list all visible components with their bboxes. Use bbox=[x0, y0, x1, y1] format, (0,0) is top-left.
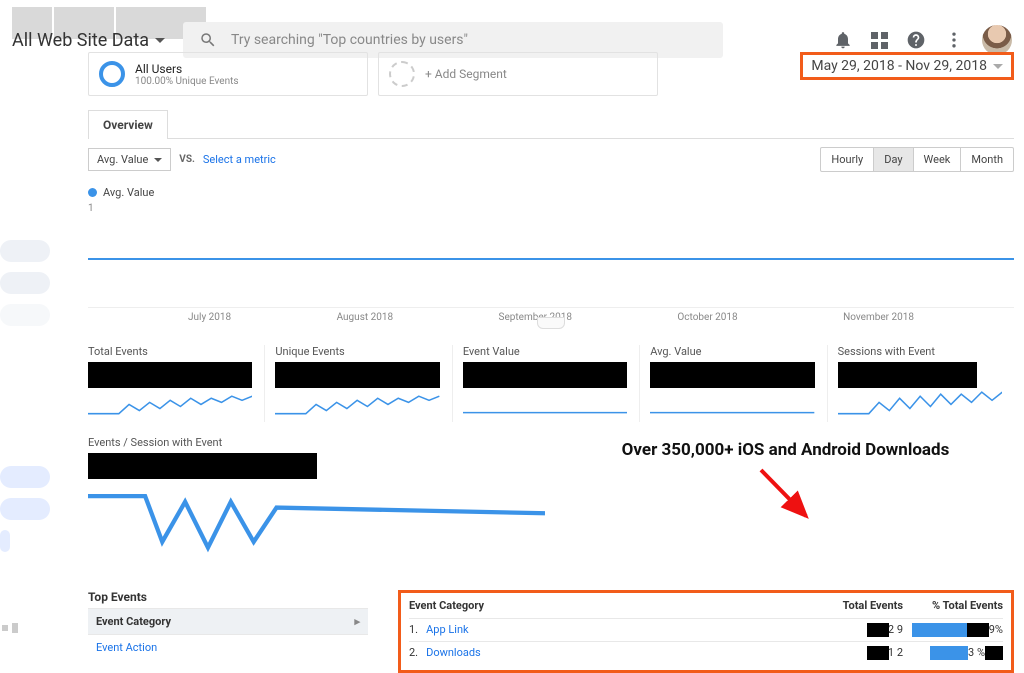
granularity-week[interactable]: Week bbox=[913, 148, 961, 171]
caret-down-icon bbox=[155, 38, 165, 43]
link-app-link[interactable]: App Link bbox=[426, 623, 469, 636]
col-pct-total-events: % Total Events bbox=[903, 599, 1003, 612]
col-event-category: Event Category bbox=[409, 599, 803, 612]
search-icon bbox=[199, 31, 217, 49]
y-tick: 1 bbox=[88, 203, 94, 214]
sparkline bbox=[650, 388, 814, 419]
segment-all-users[interactable]: All Users 100.00% Unique Events bbox=[88, 52, 368, 96]
table-row[interactable]: 1.App Link 2 9 9% bbox=[409, 618, 1003, 641]
sidebar-footer-icon bbox=[2, 623, 18, 633]
view-selector[interactable]: All Web Site Data bbox=[4, 26, 173, 55]
annotation-callout: Over 350,000+ iOS and Android Downloads bbox=[557, 440, 1014, 460]
add-segment-icon bbox=[389, 61, 415, 87]
caret-down-icon bbox=[154, 158, 162, 162]
view-name: All Web Site Data bbox=[12, 30, 149, 51]
vs-label: VS. bbox=[179, 154, 195, 165]
caret-down-icon bbox=[993, 64, 1003, 69]
arrow-icon bbox=[751, 466, 821, 526]
metric-card-unique-events[interactable]: Unique Events bbox=[264, 345, 451, 422]
sparkline bbox=[88, 479, 545, 565]
date-range-value: May 29, 2018 - Nov 29, 2018 bbox=[811, 58, 987, 74]
pct-bar bbox=[930, 646, 968, 660]
metric-card-total-events[interactable]: Total Events bbox=[88, 345, 264, 422]
top-events-heading: Top Events bbox=[88, 590, 368, 608]
avatar[interactable] bbox=[982, 25, 1012, 55]
sidebar-collapsed bbox=[0, 240, 60, 562]
granularity-hourly[interactable]: Hourly bbox=[821, 148, 873, 171]
link-downloads[interactable]: Downloads bbox=[426, 646, 481, 659]
redacted-value bbox=[88, 453, 317, 479]
search-placeholder: Try searching "Top countries by users" bbox=[231, 32, 468, 48]
topbar-actions bbox=[833, 25, 1012, 55]
primary-metric-selector[interactable]: Avg. Value bbox=[88, 148, 171, 171]
events-table: Event Category Total Events % Total Even… bbox=[398, 590, 1014, 673]
sparkline bbox=[838, 388, 1002, 419]
help-icon[interactable] bbox=[906, 30, 926, 50]
table-row[interactable]: 2.Downloads 1 2 3 % bbox=[409, 641, 1003, 664]
redacted-value bbox=[650, 362, 814, 388]
metric-card-event-value[interactable]: Event Value bbox=[452, 345, 639, 422]
sparkline bbox=[275, 388, 439, 419]
tab-overview[interactable]: Overview bbox=[88, 110, 168, 139]
granularity-month[interactable]: Month bbox=[960, 148, 1013, 171]
date-range-selector[interactable]: May 29, 2018 - Nov 29, 2018 bbox=[800, 52, 1014, 80]
col-total-events: Total Events bbox=[803, 599, 903, 612]
metric-cards: Total Events Unique Events Event Value A… bbox=[88, 345, 1014, 422]
add-segment-button[interactable]: + Add Segment bbox=[378, 52, 658, 96]
more-vert-icon[interactable] bbox=[944, 30, 964, 50]
select-secondary-metric[interactable]: Select a metric bbox=[203, 153, 276, 166]
chart-expand-button[interactable] bbox=[537, 317, 565, 329]
chart-legend: Avg. Value bbox=[88, 186, 1014, 199]
segment-subtitle: 100.00% Unique Events bbox=[135, 76, 239, 87]
sparkline bbox=[463, 388, 627, 419]
sparkline bbox=[88, 388, 252, 419]
legend-dot-icon bbox=[88, 188, 97, 197]
metric-card-events-per-session[interactable]: Events / Session with Event bbox=[88, 436, 557, 568]
metric-card-avg-value[interactable]: Avg. Value bbox=[639, 345, 826, 422]
redacted-value bbox=[275, 362, 439, 388]
segment-circle-icon bbox=[99, 61, 125, 87]
metric-card-sessions-with-event[interactable]: Sessions with Event bbox=[827, 345, 1014, 422]
bell-icon[interactable] bbox=[833, 30, 853, 50]
redacted-value bbox=[838, 362, 978, 388]
dimension-event-category[interactable]: Event Category ▸ bbox=[88, 608, 368, 634]
legend-label: Avg. Value bbox=[103, 186, 154, 199]
redacted-value bbox=[463, 362, 627, 388]
granularity-switch: Hourly Day Week Month bbox=[820, 147, 1014, 172]
chart-line bbox=[88, 258, 1014, 260]
add-segment-label: + Add Segment bbox=[425, 67, 507, 81]
apps-grid-icon[interactable] bbox=[871, 32, 888, 49]
chevron-right-icon: ▸ bbox=[354, 615, 360, 628]
redacted-value bbox=[88, 362, 252, 388]
granularity-day[interactable]: Day bbox=[873, 148, 912, 171]
line-chart: 1 July 2018 August 2018 September 2018 O… bbox=[88, 203, 1014, 323]
segment-title: All Users bbox=[135, 62, 239, 76]
top-events-panel: Top Events Event Category ▸ Event Action bbox=[88, 590, 368, 673]
dimension-event-action[interactable]: Event Action bbox=[88, 634, 368, 660]
pct-bar bbox=[912, 623, 967, 637]
